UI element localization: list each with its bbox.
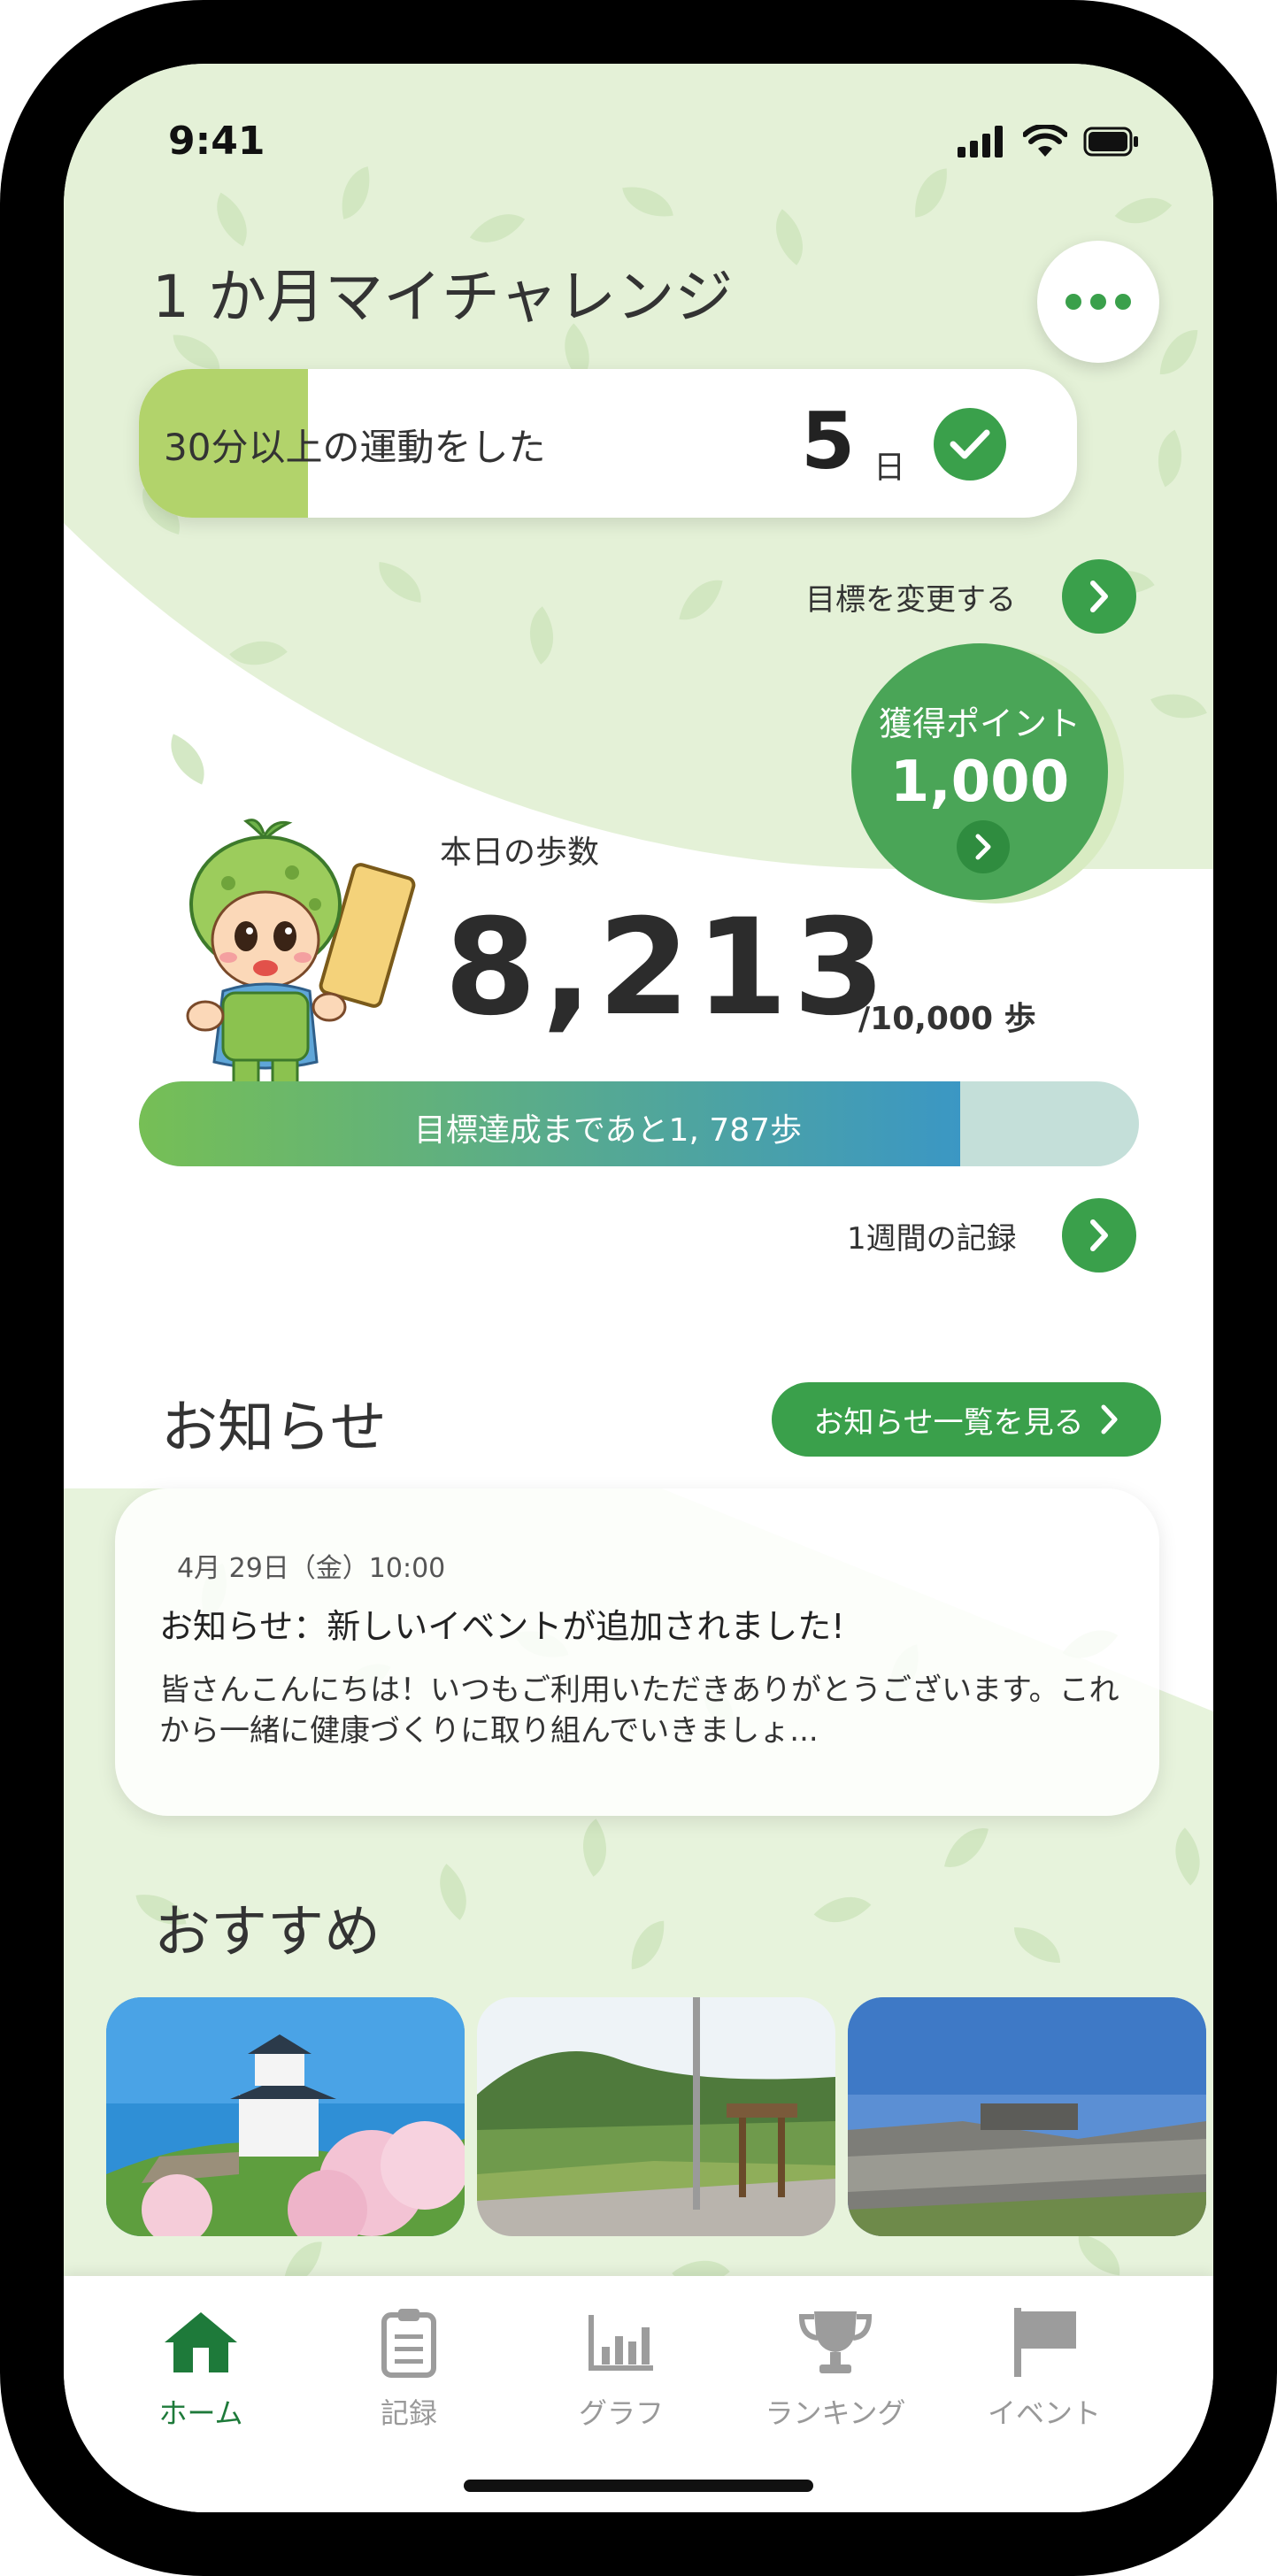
tab-bar: ホーム 記録 グラフ ランキング イベント [64, 2276, 1213, 2512]
chevron-right-icon [1101, 1404, 1118, 1434]
challenge-days-unit: 日 [873, 450, 906, 486]
recommended-road-image[interactable] [477, 1997, 835, 2236]
trophy-icon [798, 2311, 873, 2373]
tab-home[interactable]: ホーム [112, 2303, 289, 2435]
notice-card[interactable]: 4月 29日（金）10:00 お知らせ：新しいイベントが追加されました! 皆さん… [115, 1488, 1159, 1816]
recommended-heading: おすすめ [154, 1900, 381, 1965]
home-icon [165, 2312, 237, 2372]
recommended-stonewall-image[interactable] [848, 1997, 1206, 2236]
page-title: 1 か月マイチャレンジ [152, 263, 734, 331]
change-goal-label[interactable]: 目標を変更する [805, 575, 1016, 619]
points-value: 1,000 [889, 750, 1070, 815]
tab-ranking[interactable]: ランキング [747, 2303, 924, 2435]
view-all-notices-label: お知らせ一覧を見る [813, 1404, 1084, 1441]
steps-label: 本日の歩数 [440, 834, 600, 871]
tab-record-label: 記録 [380, 2396, 437, 2430]
steps-progress-bar: 目標達成まであと1, 787歩 [139, 1081, 1139, 1166]
steps-remaining-text: 目標達成まであと1, 787歩 [413, 1112, 803, 1149]
tab-graph-label: グラフ [578, 2396, 664, 2430]
points-badge[interactable]: 獲得ポイント 1,000 [851, 643, 1108, 900]
recommended-castle-image[interactable] [106, 1997, 465, 2236]
more-dots-icon [1065, 294, 1131, 310]
leaf-decoration [159, 734, 216, 785]
more-options-button[interactable] [1037, 241, 1159, 363]
tab-event-label: イベント [987, 2396, 1101, 2430]
change-goal-button[interactable] [1062, 559, 1136, 634]
bar-chart-icon [588, 2315, 653, 2371]
status-time: 9:41 [168, 119, 265, 164]
clipboard-icon [381, 2309, 436, 2378]
tab-ranking-label: ランキング [765, 2396, 906, 2430]
check-icon [934, 408, 1006, 481]
home-indicator [464, 2480, 813, 2492]
points-arrow[interactable] [957, 820, 1010, 873]
chevron-right-icon [975, 834, 991, 860]
signal-icon [958, 126, 1003, 158]
notice-title: お知らせ：新しいイベントが追加されました! [159, 1607, 845, 1646]
chevron-right-icon [1090, 581, 1108, 612]
weekly-record-button[interactable] [1062, 1198, 1136, 1273]
steps-goal: /10,000 歩 [858, 1001, 1036, 1037]
status-icons [958, 122, 1140, 161]
steps-value: 8,213 [444, 891, 891, 1045]
tab-graph[interactable]: グラフ [533, 2303, 710, 2435]
challenge-card[interactable]: 30分以上の運動をした 5 日 [139, 369, 1077, 518]
mascot-image [186, 819, 416, 1109]
tab-event[interactable]: イベント [956, 2303, 1133, 2435]
view-all-notices-button[interactable]: お知らせ一覧を見る [772, 1382, 1161, 1457]
battery-icon [1083, 127, 1138, 157]
weekly-record-label[interactable]: 1週間の記録 [847, 1214, 1017, 1257]
chevron-right-icon [1090, 1219, 1108, 1251]
notice-body: 皆さんこんにちは！いつもご利用いただきありがとうございます。これから一緒に健康づ… [159, 1672, 1119, 1749]
challenge-label: 30分以上の運動をした [164, 426, 546, 469]
tab-record[interactable]: 記録 [320, 2303, 497, 2435]
points-label: 獲得ポイント [878, 704, 1081, 743]
tab-home-label: ホーム [158, 2396, 243, 2430]
notice-heading: お知らせ [161, 1396, 387, 1461]
app-screen: 9:41 1 か月マイチャレンジ 30分以上の運動をした 5 日 目標を変更する… [64, 64, 1213, 2512]
notice-date: 4月 29日（金）10:00 [177, 1553, 446, 1584]
wifi-icon [1023, 125, 1067, 157]
challenge-days: 5 [801, 396, 856, 487]
flag-icon [1014, 2308, 1076, 2377]
